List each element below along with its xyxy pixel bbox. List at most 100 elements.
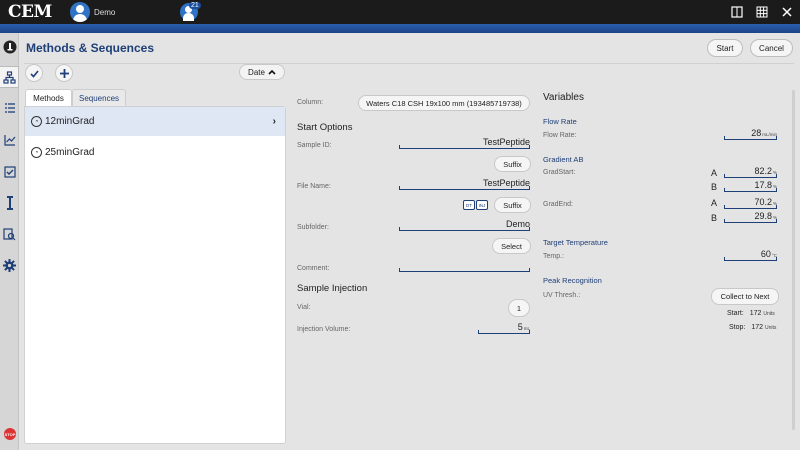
search-doc-icon[interactable] [0,223,19,245]
grad-end-b-field[interactable]: 29.8% [724,211,777,223]
grad-end-a-field[interactable]: 70.2% [724,197,777,209]
list-icon[interactable] [0,97,19,119]
temp-field[interactable]: 60°C [724,249,777,261]
gear-icon[interactable] [0,254,19,276]
grad-end-a-value: 70.2 [754,197,772,207]
peak-start-unit: Units [763,311,775,317]
target-temp-title: Target Temperature [543,238,608,247]
temp-value: 60 [760,249,771,259]
percent-unit: % [772,184,777,189]
subfolder-field[interactable]: Demo [399,219,530,231]
method-name: 25minGrad [45,147,95,158]
user-avatar-icon[interactable] [70,2,90,22]
grad-start-b-label: B [711,182,718,192]
grad-end-b-value: 29.8 [754,211,772,221]
peak-start-value: 172 [749,310,762,317]
file-name-label: File Name: [297,183,331,190]
variables-title: Variables [543,92,584,103]
comment-field[interactable] [399,260,530,272]
grid-icon[interactable] [756,6,768,20]
percent-unit: % [772,215,777,220]
injection-volume-field[interactable]: 5mL [478,322,530,334]
injection-volume-unit: mL [523,326,530,331]
close-icon[interactable] [781,6,793,20]
grad-start-b-value: 17.8 [754,180,772,190]
injection-volume-value: 5 [517,322,523,332]
top-bar: CEM Demo 21 [0,0,800,24]
percent-unit: % [772,170,777,175]
collect-to-next-button[interactable]: Collect to Next [711,288,779,305]
title-divider [24,63,794,64]
clock-icon: ◔ [31,116,42,127]
info-icon[interactable] [0,36,19,58]
sample-id-value: TestPeptide [482,137,530,147]
grad-start-b-field[interactable]: 17.8% [724,180,777,192]
vial-label: Vial: [297,304,311,311]
injection-volume-label: Injection Volume: [297,326,351,333]
gradient-title: Gradient AB [543,155,584,164]
chart-icon[interactable] [0,129,19,151]
grad-end-b-label: B [711,213,718,223]
stop-icon[interactable]: STOP [4,428,16,440]
grad-start-label: GradStart: [543,169,576,176]
list-item[interactable]: ◔ 12minGrad › [25,107,285,136]
start-button[interactable]: Start [707,39,743,57]
date-sort-button[interactable]: Date [239,64,285,80]
flow-rate-label: Flow Rate: [543,132,577,139]
grad-start-a-field[interactable]: 82.2% [724,166,777,178]
peak-start: Start: 172 Units [727,310,775,317]
check-button[interactable] [25,64,43,82]
column-icon[interactable] [0,192,19,214]
sample-injection-title: Sample Injection [297,283,368,294]
plus-icon [59,68,69,78]
peak-stop: Stop: 172 Units [729,324,776,331]
tablet-icon[interactable] [731,6,743,20]
grad-end-a-label: A [711,198,718,208]
peak-stop-label: Stop: [729,324,746,331]
check-icon [29,69,39,78]
subfolder-value: Demo [505,219,530,229]
grad-end-label: GradEnd: [543,201,573,208]
peak-stop-unit: Units [764,325,777,331]
file-name-suffix-button[interactable]: Suffix [494,197,531,213]
sample-id-label: Sample ID: [297,142,332,149]
sample-id-suffix-button[interactable]: Suffix [494,156,531,172]
methods-list: ◔ 12minGrad › ◔ 25minGrad [24,106,286,444]
scrollbar[interactable] [792,90,795,430]
percent-unit: % [772,201,777,206]
cancel-button[interactable]: Cancel [750,39,793,57]
flow-rate-value: 28 [751,128,762,138]
select-folder-button[interactable]: Select [492,238,531,254]
chevron-up-icon [268,69,276,75]
peak-start-label: Start: [727,310,744,317]
add-method-button[interactable] [55,64,73,82]
methods-tree-icon[interactable] [0,66,19,88]
subfolder-label: Subfolder: [297,224,329,231]
inj-token-button[interactable]: INJ [476,200,488,210]
list-item[interactable]: ◔ 25minGrad [25,138,285,167]
dt-token-button[interactable]: DT [463,200,475,210]
left-rail [0,33,19,450]
flow-rate-unit: mL/min [762,132,777,137]
grad-start-a-value: 82.2 [754,166,772,176]
page-title: Methods & Sequences [26,41,155,55]
tab-sequences[interactable]: Sequences [72,89,126,106]
user-name[interactable]: Demo [94,8,115,17]
vial-button[interactable]: 1 [508,299,530,317]
file-name-field[interactable]: TestPeptide [399,178,530,190]
date-sort-label: Date [248,67,265,77]
notification-badge: 21 [189,2,201,9]
start-options-title: Start Options [297,122,353,133]
checklist-icon[interactable] [0,161,19,183]
uv-thresh-label: UV Thresh.: [543,292,581,299]
column-label: Column: [297,99,324,106]
column-select-button[interactable]: Waters C18 CSH 19x100 mm (193485719738) [358,95,530,111]
grad-start-a-label: A [711,168,718,178]
flow-rate-field[interactable]: 28mL/min [724,128,777,140]
tab-methods[interactable]: Methods [25,89,72,107]
sample-id-field[interactable]: TestPeptide [399,137,530,149]
chevron-right-icon: › [272,116,276,127]
header-band [0,24,800,33]
file-name-value: TestPeptide [482,178,530,188]
flow-rate-title: Flow Rate [543,117,577,126]
